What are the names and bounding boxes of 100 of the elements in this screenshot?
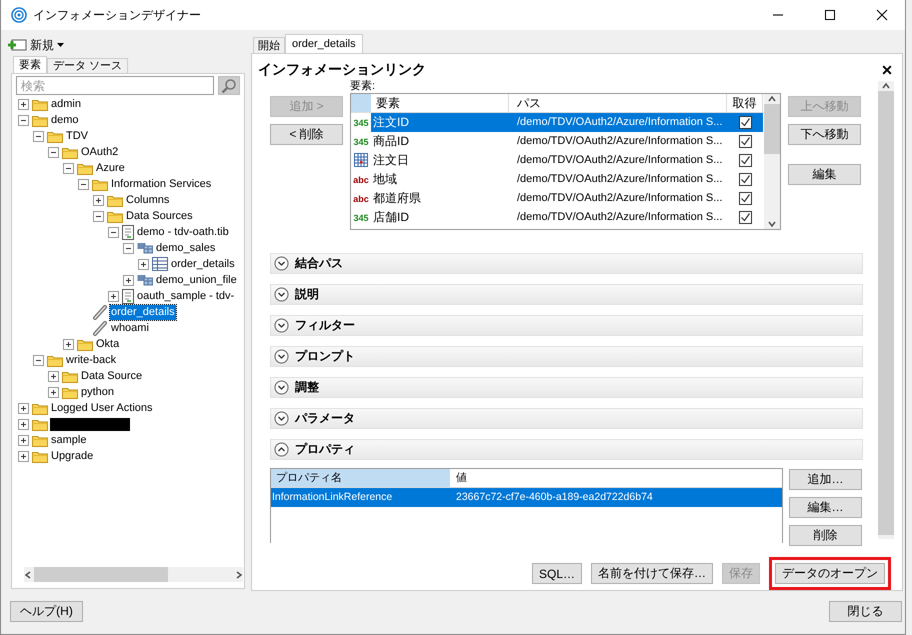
tree-item[interactable]: Data Source <box>80 368 144 384</box>
scroll-up-icon[interactable] <box>767 94 777 104</box>
collapse-icon[interactable] <box>33 130 44 142</box>
section-header[interactable]: 結合パス <box>270 253 863 274</box>
table-cell[interactable]: /demo/TDV/OAuth2/Azure/Information S... <box>509 113 727 132</box>
checkbox[interactable] <box>738 116 752 129</box>
tree-item[interactable]: order_details <box>110 304 176 320</box>
section-header[interactable]: 説明 <box>270 284 863 305</box>
expand-icon[interactable] <box>18 402 29 414</box>
table-cell[interactable]: /demo/TDV/OAuth2/Azure/Information S... <box>509 189 727 208</box>
tree-item[interactable]: Azure <box>95 160 126 176</box>
column-header[interactable]: 要素 <box>371 94 509 112</box>
tree-item[interactable]: demo - tdv-oath.tib <box>136 224 230 240</box>
scrollbar-thumb[interactable] <box>878 91 894 535</box>
checkbox[interactable] <box>738 211 752 224</box>
section-header[interactable]: パラメータ <box>270 408 863 429</box>
tree-item[interactable]: Upgrade <box>50 448 94 464</box>
section-header[interactable]: プロパティ <box>270 439 863 460</box>
tree-item[interactable]: OAuth2 <box>80 144 120 160</box>
action-button[interactable]: SQL… <box>532 563 582 584</box>
tree-item[interactable]: order_details <box>170 256 236 272</box>
tree-item[interactable]: write-back <box>65 352 118 368</box>
table-cell[interactable]: 都道府県 <box>371 189 509 208</box>
tree-item[interactable]: oauth_sample - tdv- <box>136 288 236 304</box>
action-button[interactable]: 名前を付けて保存… <box>591 563 713 584</box>
new-button[interactable]: 新規 <box>7 36 69 54</box>
collapse-icon[interactable] <box>93 210 104 222</box>
expand-icon[interactable] <box>93 194 104 206</box>
tree-item[interactable]: Okta <box>95 336 120 352</box>
table-cell[interactable]: 地域 <box>371 170 509 189</box>
tab[interactable]: 要素 <box>13 56 47 73</box>
search-button[interactable] <box>218 76 240 95</box>
section-header[interactable]: フィルター <box>270 315 863 336</box>
tree-item[interactable]: TDV <box>65 128 89 144</box>
tree-item[interactable]: whoami <box>110 320 150 336</box>
tree-item[interactable]: Data Sources <box>125 208 194 224</box>
tree-item[interactable]: demo_sales <box>155 240 216 256</box>
column-header[interactable]: パス <box>509 94 727 112</box>
expand-icon[interactable] <box>18 98 29 110</box>
action-button[interactable]: 削除 <box>789 525 862 546</box>
scrollbar-thumb[interactable] <box>34 567 168 582</box>
scrollbar-thumb[interactable] <box>764 104 780 154</box>
tree-item[interactable]: sample <box>50 432 88 448</box>
checkbox[interactable] <box>738 135 752 148</box>
action-button[interactable]: 編集 <box>788 164 861 185</box>
table-cell[interactable]: 店舗ID <box>371 208 509 227</box>
tab[interactable]: データ ソース <box>47 58 128 73</box>
action-button[interactable]: 下へ移動 <box>788 124 861 145</box>
column-header[interactable]: 取得 <box>727 94 763 112</box>
collapse-icon[interactable] <box>108 226 119 238</box>
tree-item[interactable]: Logged User Actions <box>50 400 154 416</box>
checkbox[interactable] <box>738 173 752 186</box>
collapse-icon[interactable] <box>18 114 29 126</box>
action-button[interactable]: 追加… <box>789 469 862 490</box>
collapse-icon[interactable] <box>48 146 59 158</box>
expand-icon[interactable] <box>63 338 74 350</box>
tree-item[interactable]: demo <box>50 112 80 128</box>
close-icon[interactable] <box>876 9 888 21</box>
checkbox[interactable] <box>738 154 752 167</box>
table-cell[interactable]: /demo/TDV/OAuth2/Azure/Information S... <box>509 208 727 227</box>
section-header[interactable]: 調整 <box>270 377 863 398</box>
help-button[interactable]: ヘルプ(H) <box>10 601 83 622</box>
column-header[interactable]: 値 <box>450 469 782 487</box>
expand-icon[interactable] <box>18 434 29 446</box>
expand-icon[interactable] <box>108 290 119 302</box>
close-button[interactable]: × <box>880 60 894 78</box>
collapse-icon[interactable] <box>78 178 89 190</box>
expand-icon[interactable] <box>138 258 149 270</box>
scroll-down-icon[interactable] <box>767 219 777 229</box>
table-cell[interactable]: /demo/TDV/OAuth2/Azure/Information S... <box>509 132 727 151</box>
scroll-up-icon[interactable] <box>881 81 891 91</box>
tab[interactable]: 開始 <box>253 37 285 53</box>
table-cell[interactable]: /demo/TDV/OAuth2/Azure/Information S... <box>509 151 727 170</box>
column-header[interactable]: プロパティ名 <box>271 469 450 487</box>
expand-icon[interactable] <box>48 386 59 398</box>
expand-icon[interactable] <box>48 370 59 382</box>
expand-icon[interactable] <box>18 418 29 430</box>
action-button[interactable]: データのオープン <box>775 563 885 584</box>
expand-icon[interactable] <box>123 274 134 286</box>
tree-item[interactable]: Information Services <box>110 176 212 192</box>
search-field[interactable]: 検索 <box>16 76 214 95</box>
table-cell[interactable]: 注文日 <box>371 151 509 170</box>
maximize-icon[interactable] <box>824 9 836 21</box>
collapse-icon[interactable] <box>63 162 74 174</box>
table-row[interactable]: InformationLinkReference 23667c72-cf7e-460b-a189-ea2d722d6b74 <box>271 488 782 507</box>
expand-icon[interactable] <box>18 450 29 462</box>
redaction-bar[interactable] <box>50 418 130 430</box>
table-cell[interactable]: /demo/TDV/OAuth2/Azure/Information S... <box>509 170 727 189</box>
close-button[interactable]: 閉じる <box>829 601 902 622</box>
checkbox[interactable] <box>738 192 752 205</box>
tree-item[interactable]: python <box>80 384 116 400</box>
table-cell[interactable]: 商品ID <box>371 132 509 151</box>
tab[interactable]: order_details <box>285 34 363 53</box>
tree-item[interactable]: demo_union_file <box>155 272 238 288</box>
collapse-icon[interactable] <box>33 354 44 366</box>
table-cell[interactable]: 注文ID <box>371 113 509 132</box>
action-button[interactable]: < 削除 <box>270 124 343 145</box>
collapse-icon[interactable] <box>123 242 134 254</box>
tree-item[interactable]: admin <box>50 96 82 112</box>
tree-item[interactable]: Columns <box>125 192 170 208</box>
